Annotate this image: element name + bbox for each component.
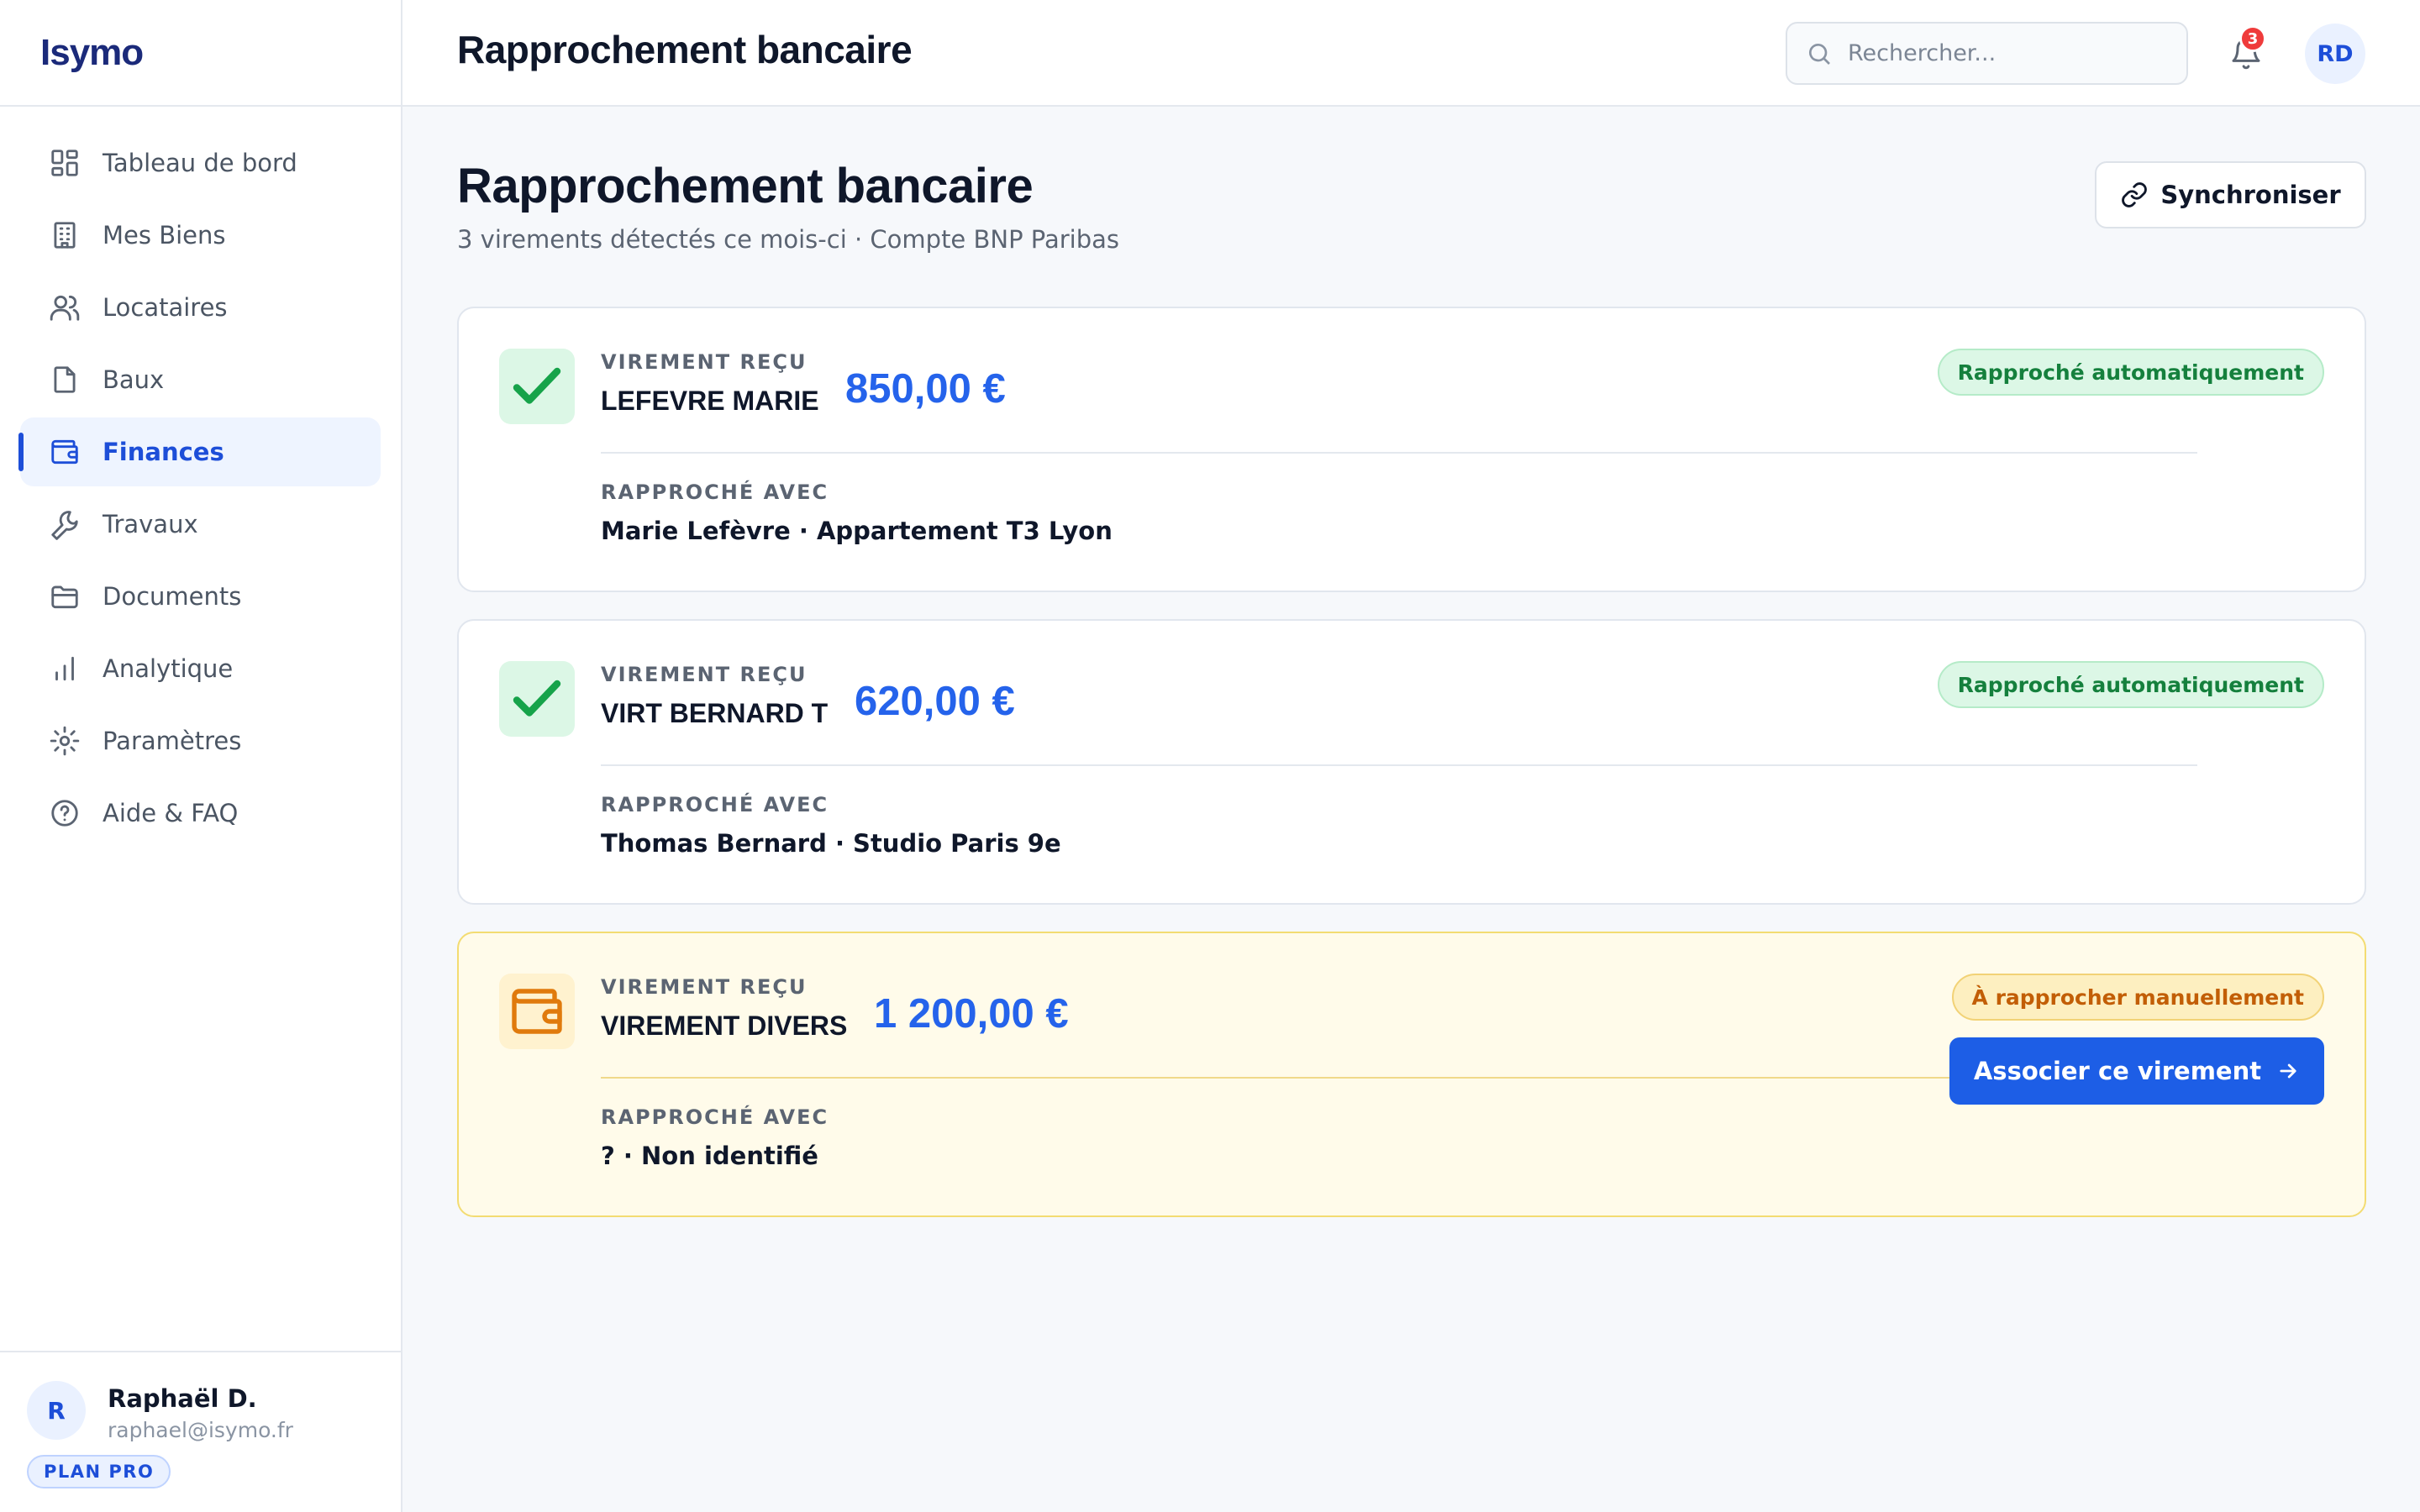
status-badge: Rapproché automatiquement [1937, 349, 2324, 396]
sidebar-item-dashboard[interactable]: Tableau de bord [20, 129, 381, 197]
brand-logo[interactable]: Isymo [40, 32, 144, 74]
gear-icon [47, 723, 82, 759]
wrench-icon [47, 507, 82, 542]
dashboard-icon [47, 145, 82, 181]
transfer-card: VIREMENT REÇU VIRT BERNARD T 620,00 € RA… [457, 619, 2366, 905]
match-value: Marie Lefèvre · Appartement T3 Lyon [601, 517, 1113, 545]
brand-header: Isymo [0, 0, 401, 107]
status-badge: Rapproché automatiquement [1937, 661, 2324, 708]
notification-count-badge: 3 [2239, 25, 2266, 52]
users-icon [47, 290, 82, 325]
building-icon [47, 218, 82, 253]
sidebar-item-label: Paramètres [103, 727, 242, 755]
search-input[interactable] [1848, 40, 2167, 66]
sidebar-item-label: Analytique [103, 654, 234, 683]
sidebar-item-settings[interactable]: Paramètres [20, 706, 381, 775]
user-email: raphael@isymo.fr [108, 1418, 293, 1442]
arrow-right-icon [2280, 1063, 2296, 1079]
transfer-payer: LEFEVRE MARIE [601, 386, 819, 416]
sidebar-item-label: Mes Biens [103, 221, 226, 249]
match-label: RAPPROCHÉ AVEC [601, 1105, 829, 1129]
sidebar-item-finances[interactable]: Finances [18, 417, 381, 486]
transfer-kicker: VIREMENT REÇU [601, 663, 808, 686]
avatar[interactable]: R [27, 1381, 86, 1440]
sidebar-item-documents[interactable]: Documents [20, 562, 381, 631]
sidebar-item-label: Travaux [103, 510, 198, 538]
plan-badge: PLAN PRO [27, 1455, 171, 1488]
wallet-icon [47, 434, 82, 470]
page-subtitle: 3 virements détectés ce mois-ci · Compte… [457, 225, 1120, 254]
sidebar-item-properties[interactable]: Mes Biens [20, 201, 381, 270]
sidebar-item-analytics[interactable]: Analytique [20, 634, 381, 703]
transfer-amount: 1 200,00 € [874, 991, 1069, 1037]
transfer-amount: 620,00 € [855, 679, 1015, 724]
sidebar-item-label: Aide & FAQ [103, 799, 239, 827]
wallet-icon [499, 974, 575, 1049]
sidebar-item-works[interactable]: Travaux [20, 490, 381, 559]
sidebar-nav: Tableau de bord Mes Biens Locataires Bau… [0, 107, 401, 848]
transfer-kicker: VIREMENT REÇU [601, 975, 808, 999]
search-box[interactable] [1786, 22, 2188, 85]
transfer-payer: VIRT BERNARD T [601, 698, 829, 728]
file-icon [47, 362, 82, 397]
sidebar-item-label: Finances [103, 438, 224, 466]
link-icon [2122, 182, 2148, 207]
sidebar: Isymo Tableau de bord Mes Biens Locatair… [0, 0, 402, 1512]
help-icon [47, 795, 82, 831]
match-value: ? · Non identifié [601, 1142, 818, 1170]
match-label: RAPPROCHÉ AVEC [601, 793, 829, 816]
sidebar-item-help[interactable]: Aide & FAQ [20, 779, 381, 848]
sidebar-item-tenants[interactable]: Locataires [20, 273, 381, 342]
page-title: Rapprochement bancaire [457, 159, 1034, 213]
match-value: Thomas Bernard · Studio Paris 9e [601, 829, 1061, 858]
associate-label: Associer ce virement [1973, 1057, 2262, 1085]
transfer-amount: 850,00 € [845, 366, 1006, 412]
transfer-payer: VIREMENT DIVERS [601, 1011, 848, 1041]
status-badge: À rapprocher manuellement [1951, 974, 2324, 1021]
match-label: RAPPROCHÉ AVEC [601, 480, 829, 504]
sidebar-item-leases[interactable]: Baux [20, 345, 381, 414]
top-bar: Rapprochement bancaire 3 RD [402, 0, 2420, 107]
user-profile[interactable]: R Raphaël D. raphael@isymo.fr PLAN PRO [0, 1351, 401, 1512]
transfer-card: VIREMENT REÇU LEFEVRE MARIE 850,00 € RAP… [457, 307, 2366, 592]
bar-chart-icon [47, 651, 82, 686]
folder-icon [47, 579, 82, 614]
check-icon [499, 349, 575, 424]
search-icon [1809, 43, 1830, 65]
transfer-card-unmatched: VIREMENT REÇU VIREMENT DIVERS 1 200,00 €… [457, 932, 2366, 1217]
synchronize-button[interactable]: Synchroniser [2095, 161, 2366, 228]
associate-transfer-button[interactable]: Associer ce virement [1949, 1037, 2324, 1105]
sidebar-item-label: Documents [103, 582, 242, 611]
check-icon [499, 661, 575, 737]
sidebar-item-label: Locataires [103, 293, 228, 322]
header-avatar[interactable]: RD [2305, 24, 2365, 84]
sidebar-item-label: Tableau de bord [103, 149, 297, 177]
user-name: Raphaël D. [108, 1384, 257, 1413]
divider [601, 452, 2197, 454]
header-title: Rapprochement bancaire [457, 28, 913, 71]
synchronize-label: Synchroniser [2160, 181, 2341, 209]
divider [601, 764, 2197, 766]
transfer-kicker: VIREMENT REÇU [601, 350, 808, 374]
sidebar-item-label: Baux [103, 365, 165, 394]
